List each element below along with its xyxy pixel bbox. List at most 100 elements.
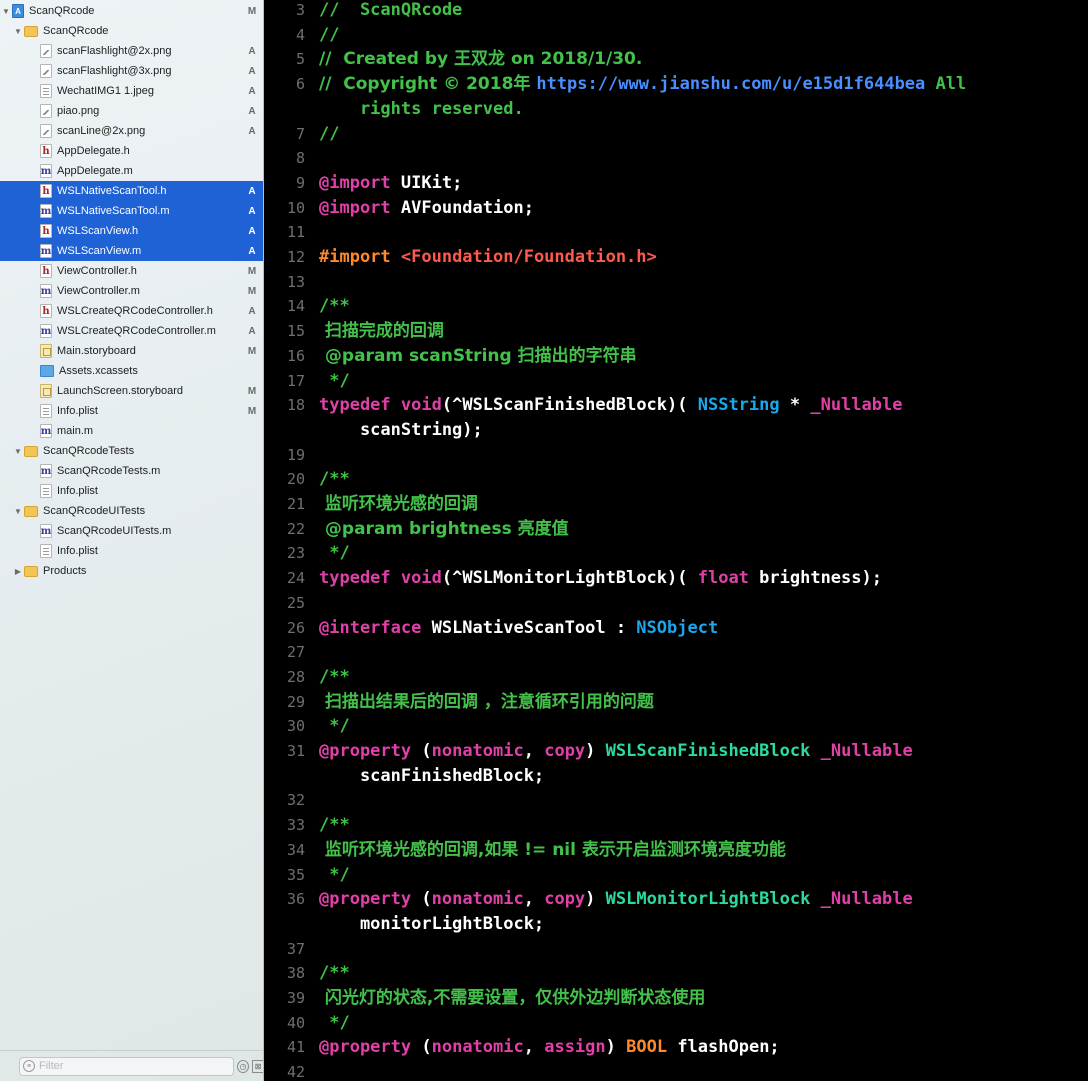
code-token-keyword: void: [400, 395, 442, 416]
code-line[interactable]: typedef void(^WSLMonitorLightBlock)( flo…: [319, 565, 1080, 591]
code-token-plain: ,: [523, 741, 545, 761]
code-line[interactable]: */: [319, 713, 1080, 739]
source-control-filter-icon[interactable]: ⊠: [252, 1059, 263, 1073]
code-line[interactable]: @import AVFoundation;: [319, 195, 1080, 221]
code-line[interactable]: @param brightness 亮度值: [319, 516, 1080, 542]
code-line[interactable]: @import UIKit;: [319, 170, 1080, 196]
source-editor[interactable]: 3 4 5 6 7 8 9 10 11 12 13 14 15 16 17 18 19 20 21 22 23 24 25 2…: [265, 0, 1088, 1081]
navigator-row[interactable]: Info.plist M: [0, 401, 263, 421]
folder-icon: [24, 565, 38, 577]
code-line[interactable]: */: [319, 540, 1080, 566]
code-line[interactable]: //: [319, 121, 1080, 147]
code-line[interactable]: // ScanQRcode: [319, 0, 1080, 23]
navigator-row[interactable]: ▼ ScanQRcode: [0, 21, 263, 41]
navigator-row[interactable]: Main.storyboard M: [0, 341, 263, 361]
navigator-row[interactable]: LaunchScreen.storyboard M: [0, 381, 263, 401]
code-line[interactable]: #import <Foundation/Foundation.h>: [319, 244, 1080, 270]
code-line[interactable]: 监听环境光感的回调: [319, 491, 1080, 517]
navigator-row[interactable]: ▼ ScanQRcodeUITests: [0, 501, 263, 521]
line-number: 17: [286, 371, 305, 390]
navigator-row[interactable]: h WSLNativeScanTool.h A: [0, 181, 263, 201]
navigator-row[interactable]: Assets.xcassets: [0, 361, 263, 381]
line-number: 4: [295, 25, 305, 44]
navigator-row[interactable]: ▼ ScanQRcode M: [0, 1, 263, 21]
code-line[interactable]: 监听环境光感的回调,如果 != nil 表示开启监测环境亮度功能: [319, 837, 1080, 863]
navigator-row[interactable]: ▶ Products: [0, 561, 263, 581]
objc-file-icon: m: [40, 284, 52, 298]
code-line[interactable]: @param scanString 扫描出的字符串: [319, 343, 1080, 369]
image-file-icon: [40, 64, 52, 78]
code-line[interactable]: 闪光灯的状态,不需要设置，仅供外边判断状态使用: [319, 985, 1080, 1011]
line-number: 35: [286, 865, 305, 884]
code-token-comment: // Created by 王双龙 on 2018/1/30.: [319, 49, 643, 70]
code-token-proj: WSLScanFinishedBlock: [605, 741, 811, 761]
navigator-row[interactable]: WechatIMG1 1.jpeg A: [0, 81, 263, 101]
code-token-comment: @param brightness 亮度值: [319, 518, 569, 539]
navigator-row[interactable]: scanFlashlight@3x.png A: [0, 61, 263, 81]
code-line[interactable]: /**: [319, 812, 1080, 838]
navigator-row[interactable]: scanLine@2x.png A: [0, 121, 263, 141]
navigator-row[interactable]: m WSLNativeScanTool.m A: [0, 201, 263, 221]
code-line[interactable]: scanFinishedBlock;: [319, 763, 1080, 789]
code-token-comment: /**: [319, 469, 350, 490]
code-token-plain: monitorLightBlock;: [319, 913, 545, 934]
navigator-row[interactable]: m WSLCreateQRCodeController.m A: [0, 321, 263, 341]
navigator-row[interactable]: m main.m: [0, 421, 263, 441]
code-line[interactable]: /**: [319, 466, 1080, 492]
code-line[interactable]: @property (nonatomic, assign) BOOL flash…: [319, 1034, 1080, 1060]
navigator-row[interactable]: m ViewController.m M: [0, 281, 263, 301]
code-line[interactable]: /**: [319, 293, 1080, 319]
navigator-row[interactable]: h WSLScanView.h A: [0, 221, 263, 241]
code-line[interactable]: */: [319, 1010, 1080, 1036]
code-line[interactable]: /**: [319, 960, 1080, 986]
code-line[interactable]: /**: [319, 664, 1080, 690]
code-line[interactable]: // Created by 王双龙 on 2018/1/30.: [319, 46, 1080, 72]
filter-field[interactable]: ≡: [19, 1056, 235, 1076]
navigator-row[interactable]: m ScanQRcodeTests.m: [0, 461, 263, 481]
header-file-icon: h: [40, 264, 52, 278]
code-token-keyword: assign: [544, 1037, 606, 1058]
line-number: 12: [286, 248, 305, 266]
code-token-comment: //: [319, 123, 340, 144]
filter-input[interactable]: [39, 1060, 231, 1072]
line-number: 24: [286, 569, 305, 588]
navigator-row[interactable]: m ScanQRcodeUITests.m: [0, 521, 263, 541]
code-line[interactable]: @property (nonatomic, copy) WSLMonitorLi…: [319, 886, 1080, 912]
disclosure-triangle-icon[interactable]: ▼: [12, 21, 24, 41]
navigator-row[interactable]: scanFlashlight@2x.png A: [0, 41, 263, 61]
scm-status-badge: M: [247, 405, 257, 417]
code-line[interactable]: monitorLightBlock;: [319, 911, 1080, 937]
navigator-row[interactable]: m WSLScanView.m A: [0, 241, 263, 261]
navigator-row[interactable]: h ViewController.h M: [0, 261, 263, 281]
code-token-comment: /**: [319, 296, 350, 317]
code-line[interactable]: rights reserved.: [319, 96, 1080, 122]
navigator-row[interactable]: Info.plist: [0, 541, 263, 561]
navigator-row[interactable]: piao.png A: [0, 101, 263, 121]
code-token-plain: (: [411, 889, 432, 910]
disclosure-triangle-icon[interactable]: ▶: [12, 561, 24, 581]
code-line[interactable]: */: [319, 368, 1080, 394]
code-token-keyword: copy: [544, 889, 586, 910]
disclosure-triangle-icon[interactable]: ▼: [12, 501, 24, 521]
code-line[interactable]: */: [319, 862, 1080, 888]
disclosure-triangle-icon[interactable]: ▼: [0, 1, 12, 21]
code-line[interactable]: @property (nonatomic, copy) WSLScanFinis…: [319, 738, 1080, 764]
recent-files-clock-icon[interactable]: ◷: [237, 1059, 250, 1073]
code-line[interactable]: 扫描出结果后的回调 ，注意循环引用的问题: [319, 689, 1080, 715]
navigator-row-label: ViewController.h: [57, 265, 137, 277]
code-line[interactable]: //: [319, 22, 1080, 48]
code-line[interactable]: @interface WSLNativeScanTool : NSObject: [319, 615, 1080, 641]
navigator-row[interactable]: h AppDelegate.h: [0, 141, 263, 161]
code-line[interactable]: scanString);: [319, 417, 1080, 443]
disclosure-triangle-icon[interactable]: ▼: [12, 441, 24, 461]
navigator-row[interactable]: m AppDelegate.m: [0, 161, 263, 181]
code-line[interactable]: 扫描完成的回调: [319, 318, 1080, 344]
code-line[interactable]: // Copyright © 2018年 https://www.jianshu…: [319, 71, 1080, 97]
code-line[interactable]: typedef void(^WSLScanFinishedBlock)( NSS…: [319, 392, 1080, 418]
navigator-row[interactable]: ▼ ScanQRcodeTests: [0, 441, 263, 461]
navigator-row[interactable]: Info.plist: [0, 481, 263, 501]
navigator-row[interactable]: h WSLCreateQRCodeController.h A: [0, 301, 263, 321]
